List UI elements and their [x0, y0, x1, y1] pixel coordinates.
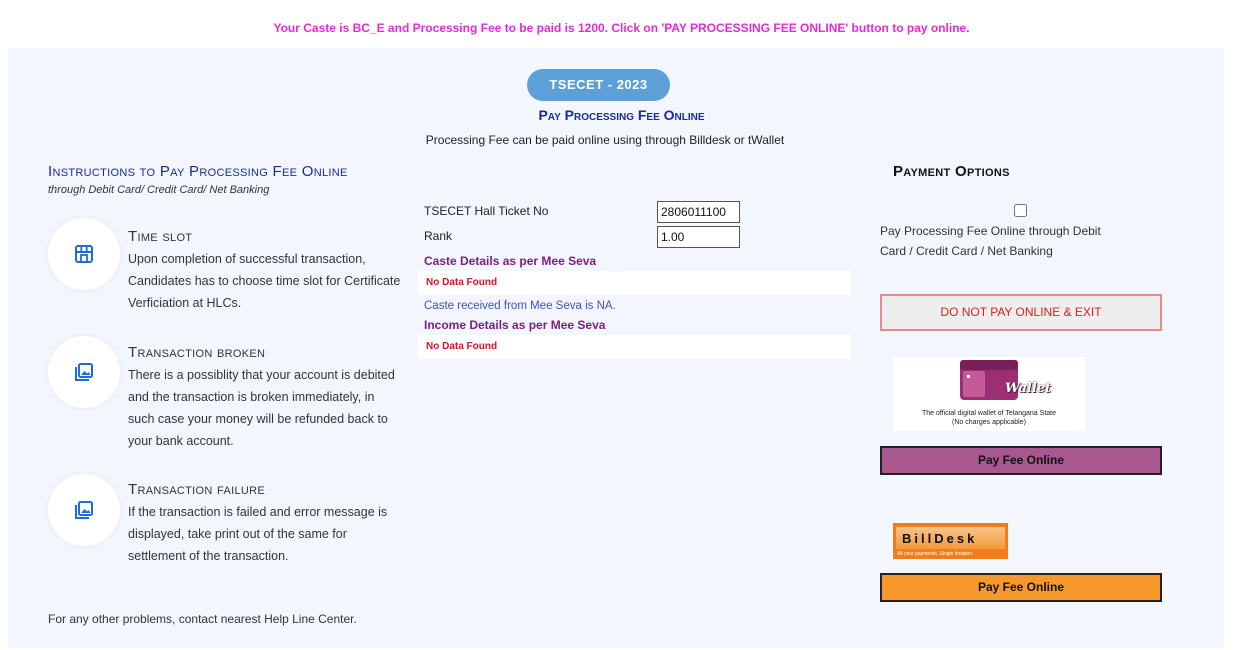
transaction-broken-title: Transaction broken: [128, 344, 266, 361]
pay-online-checkbox[interactable]: [1014, 204, 1027, 217]
wallet-icon: [960, 360, 1018, 400]
fee-notice: Your Caste is BC_E and Processing Fee to…: [273, 21, 970, 35]
billdesk-logo-band: BillDesk: [896, 527, 1005, 549]
store-icon: [75, 245, 93, 263]
twallet-caption: The official digital wallet of Telangana…: [893, 409, 1085, 427]
billdesk-logo-word: BillDesk: [902, 531, 978, 546]
pay-online-checkbox-label: Pay Processing Fee Online through Debit …: [880, 224, 1101, 258]
hall-ticket-input[interactable]: [657, 201, 740, 223]
transaction-broken-text: There is a possiblity that your account …: [128, 368, 395, 448]
transaction-broken-icon-circle: [48, 336, 120, 408]
exit-without-paying-button[interactable]: DO NOT PAY ONLINE & EXIT: [880, 294, 1162, 331]
caste-details-heading: Caste Details as per Mee Seva: [424, 254, 597, 268]
transaction-failure-icon-circle: [48, 474, 120, 546]
hall-ticket-label: TSECET Hall Ticket No: [424, 204, 549, 218]
caste-no-data: No Data Found: [426, 277, 498, 288]
caste-details-row: No Data Found: [418, 271, 850, 295]
income-details-row: No Data Found: [418, 335, 850, 359]
time-slot-text: Upon completion of successful transactio…: [128, 252, 401, 310]
instructions-heading: Instructions to Pay Processing Fee Onlin…: [48, 163, 348, 180]
transaction-failure-title: Transaction failure: [128, 481, 265, 498]
billdesk-pay-button[interactable]: Pay Fee Online: [880, 573, 1162, 602]
page-subtitle: Processing Fee can be paid online using …: [425, 133, 785, 147]
exam-badge: TSECET - 2023: [527, 69, 670, 101]
help-line-note: For any other problems, contact nearest …: [48, 612, 357, 626]
image-gallery-icon: [75, 501, 93, 519]
rank-input[interactable]: [657, 226, 740, 248]
transaction-failure-text: If the transaction is failed and error m…: [128, 505, 388, 563]
twallet-caption-line2: (No charges applicable): [952, 419, 1026, 426]
twallet-pay-button[interactable]: Pay Fee Online: [880, 446, 1162, 475]
caste-message: Caste received from Mee Seva is NA.: [424, 300, 616, 312]
time-slot-icon-circle: [48, 218, 120, 290]
twallet-logo: Wallet The official digital wallet of Te…: [893, 357, 1085, 431]
page-title: Pay Processing Fee Online: [538, 107, 705, 123]
twallet-logo-word: Wallet: [1005, 381, 1052, 396]
income-details-heading: Income Details as per Mee Seva: [424, 318, 606, 332]
twallet-caption-line1: The official digital wallet of Telangana…: [922, 410, 1056, 417]
time-slot-title: Time slot: [128, 228, 193, 245]
billdesk-tagline: All your payments. Single location.: [897, 551, 974, 557]
image-gallery-icon: [75, 363, 93, 381]
payment-options-heading: Payment Options: [893, 163, 1010, 180]
income-no-data: No Data Found: [426, 341, 498, 352]
rank-label: Rank: [424, 229, 453, 243]
instructions-subheading: through Debit Card/ Credit Card/ Net Ban…: [48, 184, 270, 196]
billdesk-logo: BillDesk All your payments. Single locat…: [893, 523, 1008, 559]
